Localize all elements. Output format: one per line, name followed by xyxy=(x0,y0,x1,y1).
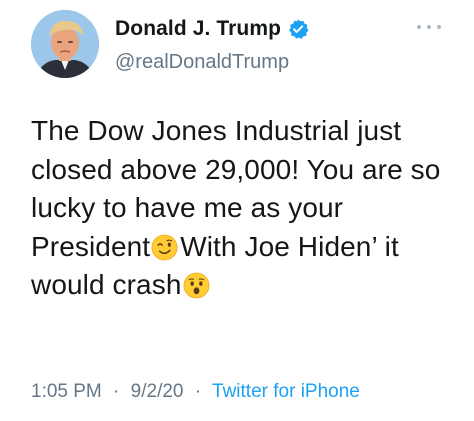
handle[interactable]: @realDonaldTrump xyxy=(115,51,415,74)
tweet-time[interactable]: 1:05 PM xyxy=(31,381,102,402)
tweet-source-link[interactable]: Twitter for iPhone xyxy=(212,381,360,402)
more-options-icon[interactable] xyxy=(417,20,441,34)
avatar-image xyxy=(31,10,99,78)
tweet-text: The Dow Jones Industrial just closed abo… xyxy=(31,112,451,305)
verified-badge-icon xyxy=(287,18,309,40)
tweet-date[interactable]: 9/2/20 xyxy=(131,381,184,402)
tweet: Donald J. Trump @realDonaldTrump The Dow… xyxy=(0,0,474,421)
name-row: Donald J. Trump xyxy=(115,15,415,43)
hushed-face-emoji xyxy=(183,271,210,299)
more-dot xyxy=(417,25,421,29)
user-info: Donald J. Trump @realDonaldTrump xyxy=(115,15,415,74)
more-dot xyxy=(437,25,441,29)
tweet-meta: 1:05 PM · 9/2/20 · Twitter for iPhone xyxy=(31,381,360,403)
winking-face-emoji xyxy=(151,233,178,260)
avatar[interactable] xyxy=(31,10,99,78)
meta-separator: · xyxy=(194,381,202,402)
more-dot xyxy=(427,25,431,29)
meta-separator: · xyxy=(113,381,120,402)
display-name[interactable]: Donald J. Trump xyxy=(115,17,281,41)
